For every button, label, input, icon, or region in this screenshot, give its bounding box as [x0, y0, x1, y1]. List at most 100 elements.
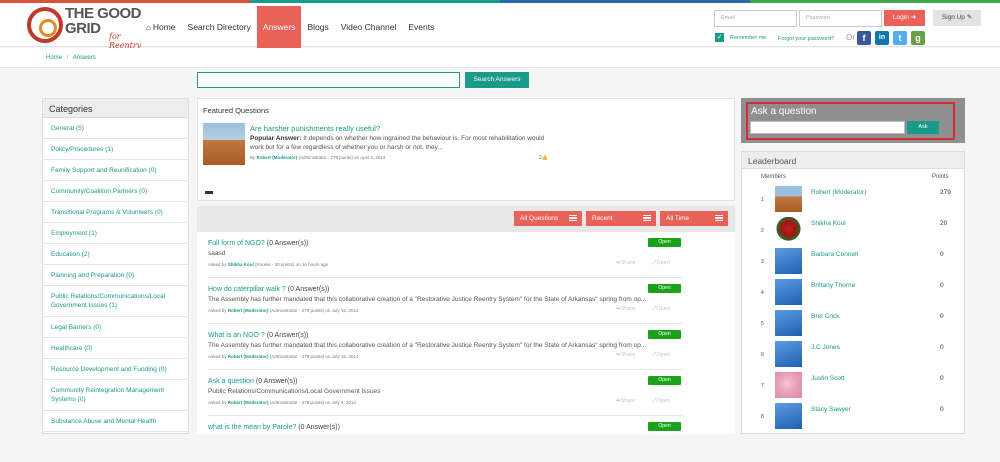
login-button[interactable]: Login ➜ [884, 10, 925, 26]
question-title-link[interactable]: what is the mean by Parole? [208, 424, 296, 431]
ask-title: Ask a question [751, 106, 817, 117]
member-name-link[interactable]: Brittany Thorne [811, 282, 855, 289]
member-name-link[interactable]: Justin Scott [811, 375, 845, 382]
question-user-link[interactable]: Robert (Moderator) [228, 308, 269, 313]
nav-home[interactable]: ⌂ Home [140, 6, 182, 48]
featured-user-link[interactable]: Robert (Moderator) [257, 155, 298, 160]
points-column-header: Points [932, 174, 949, 180]
category-item[interactable]: Planning and Preparation (0) [43, 265, 188, 286]
rank: 7 [761, 383, 764, 389]
category-item[interactable]: Healthcare (0) [43, 338, 188, 359]
question-user-link[interactable]: Robert (Moderator) [228, 400, 269, 405]
category-item[interactable]: Public Relations/Communications/Local Go… [43, 286, 188, 317]
members-column-header: Members [761, 174, 787, 180]
filter-all-time[interactable]: All Time [660, 211, 728, 226]
carousel-indicator[interactable] [205, 191, 213, 194]
leaderboard-row: 1 Robert (Moderator) 279 [742, 183, 964, 214]
share-button[interactable]: ➦Share [616, 398, 635, 404]
answer-count: (0 Answer(s)) [255, 378, 298, 385]
search-input[interactable] [197, 72, 460, 88]
member-name-link[interactable]: Stacy Sawyer [811, 406, 851, 413]
question-user-link[interactable]: Robert (Moderator) [228, 354, 269, 359]
avatar[interactable] [775, 310, 802, 336]
avatar[interactable] [775, 248, 802, 274]
category-item[interactable]: Employment (1) [43, 223, 188, 244]
category-item[interactable]: Transitional Programs & Volunteers (0) [43, 202, 188, 223]
avatar[interactable] [775, 217, 802, 243]
open-button[interactable]: ⤢Open [652, 306, 670, 313]
category-item[interactable]: Family Support and Reunification (0) [43, 160, 188, 181]
signup-button[interactable]: Sign Up ✎ [933, 10, 981, 26]
open-button[interactable]: ⤢Open [652, 398, 670, 405]
open-button[interactable]: ⤢Open [652, 260, 670, 267]
ask-question-input[interactable] [750, 121, 905, 134]
search-answers-button[interactable]: Search Answers [465, 72, 529, 88]
status-badge: Open [648, 284, 681, 293]
facebook-icon[interactable]: f [857, 31, 871, 45]
leaderboard-row: 7 Justin Scott 0 [742, 369, 964, 400]
question-title-link[interactable]: What is an NGO ? [208, 332, 265, 339]
breadcrumb: Home / Answers [0, 48, 1000, 68]
leaderboard-row: 5 Bret Crick 0 [742, 307, 964, 338]
member-name-link[interactable]: Shikha Koul [811, 220, 846, 227]
featured-likes[interactable]: 2👍 [539, 155, 548, 161]
remember-me[interactable]: ✓ Remember me [715, 33, 766, 42]
member-name-link[interactable]: Robert (Moderator) [811, 189, 866, 196]
ask-button[interactable]: Ask [907, 121, 939, 134]
category-item[interactable]: Education (2) [43, 244, 188, 265]
member-points: 0 [940, 344, 944, 351]
category-item[interactable]: Community/Coalition Partners (0) [43, 181, 188, 202]
nav-answers[interactable]: Answers [256, 6, 302, 48]
category-item[interactable]: Resource Development and Funding (0) [43, 359, 188, 380]
category-item[interactable]: Substance Abuse and Mental Health [43, 411, 188, 432]
email-field[interactable]: Email [714, 10, 797, 27]
nav-search-directory[interactable]: Search Directory [182, 6, 257, 48]
question-user-link[interactable]: Shikha Koul [228, 262, 254, 267]
breadcrumb-separator: / [66, 55, 69, 61]
share-button[interactable]: ➦Share [616, 260, 635, 266]
featured-question-link[interactable]: Are harsher punishments really useful? [250, 124, 380, 133]
question-title-link[interactable]: How do caterpillar walk ? [208, 286, 286, 293]
share-button[interactable]: ➦Share [616, 352, 635, 358]
filter-recent[interactable]: Recent [586, 211, 656, 226]
filter-all-questions[interactable]: All Questions [514, 211, 582, 226]
nav-video-channel[interactable]: Video Channel [335, 6, 403, 48]
category-item[interactable]: Legal Barriers (0) [43, 317, 188, 338]
member-name-link[interactable]: J.C Jones [811, 344, 840, 351]
forgot-password-link[interactable]: Forgot your password? [778, 36, 834, 42]
avatar[interactable] [775, 186, 802, 212]
nav-events[interactable]: Events [402, 6, 440, 48]
or-label: Or [846, 33, 855, 42]
avatar[interactable] [775, 279, 802, 305]
category-item[interactable]: General (5) [43, 118, 188, 139]
share-button[interactable]: ➦Share [616, 306, 635, 312]
status-badge: Open [648, 422, 681, 431]
category-item[interactable]: Community Reintegration Management Syste… [43, 380, 188, 411]
featured-thumbnail[interactable] [203, 123, 245, 165]
open-button[interactable]: ⤢Open [652, 352, 670, 359]
site-logo[interactable]: THE GOOD GRID for Reentry [27, 6, 147, 50]
google-icon[interactable]: g [911, 31, 925, 45]
member-name-link[interactable]: Barbara Connell [811, 251, 858, 258]
avatar[interactable] [775, 403, 802, 429]
avatar[interactable] [775, 372, 802, 398]
member-name-link[interactable]: Bret Crick [811, 313, 840, 320]
password-field[interactable]: Password [799, 10, 882, 27]
rank: 8 [761, 414, 764, 420]
question-title-link[interactable]: Ask a question [208, 378, 254, 385]
twitter-icon[interactable]: t [893, 31, 907, 45]
avatar[interactable] [775, 341, 802, 367]
question-meta: Asked by Robert (Moderator) (Administrat… [208, 308, 359, 313]
rank: 4 [761, 290, 764, 296]
rank: 3 [761, 259, 764, 265]
breadcrumb-home[interactable]: Home [46, 55, 62, 61]
category-item[interactable]: Policy/Procedures (1) [43, 139, 188, 160]
question-meta: Asked by Robert (Moderator) (Administrat… [208, 354, 359, 359]
member-points: 20 [940, 220, 948, 227]
member-points: 279 [940, 189, 951, 196]
checkbox-checked-icon[interactable]: ✓ [715, 33, 724, 42]
question-title-link[interactable]: Full form of NGO? [208, 240, 265, 247]
linkedin-icon[interactable]: in [875, 31, 889, 45]
nav-blogs[interactable]: Blogs [301, 6, 334, 48]
question-body: Public Relations/Communications/Local Go… [208, 388, 381, 395]
